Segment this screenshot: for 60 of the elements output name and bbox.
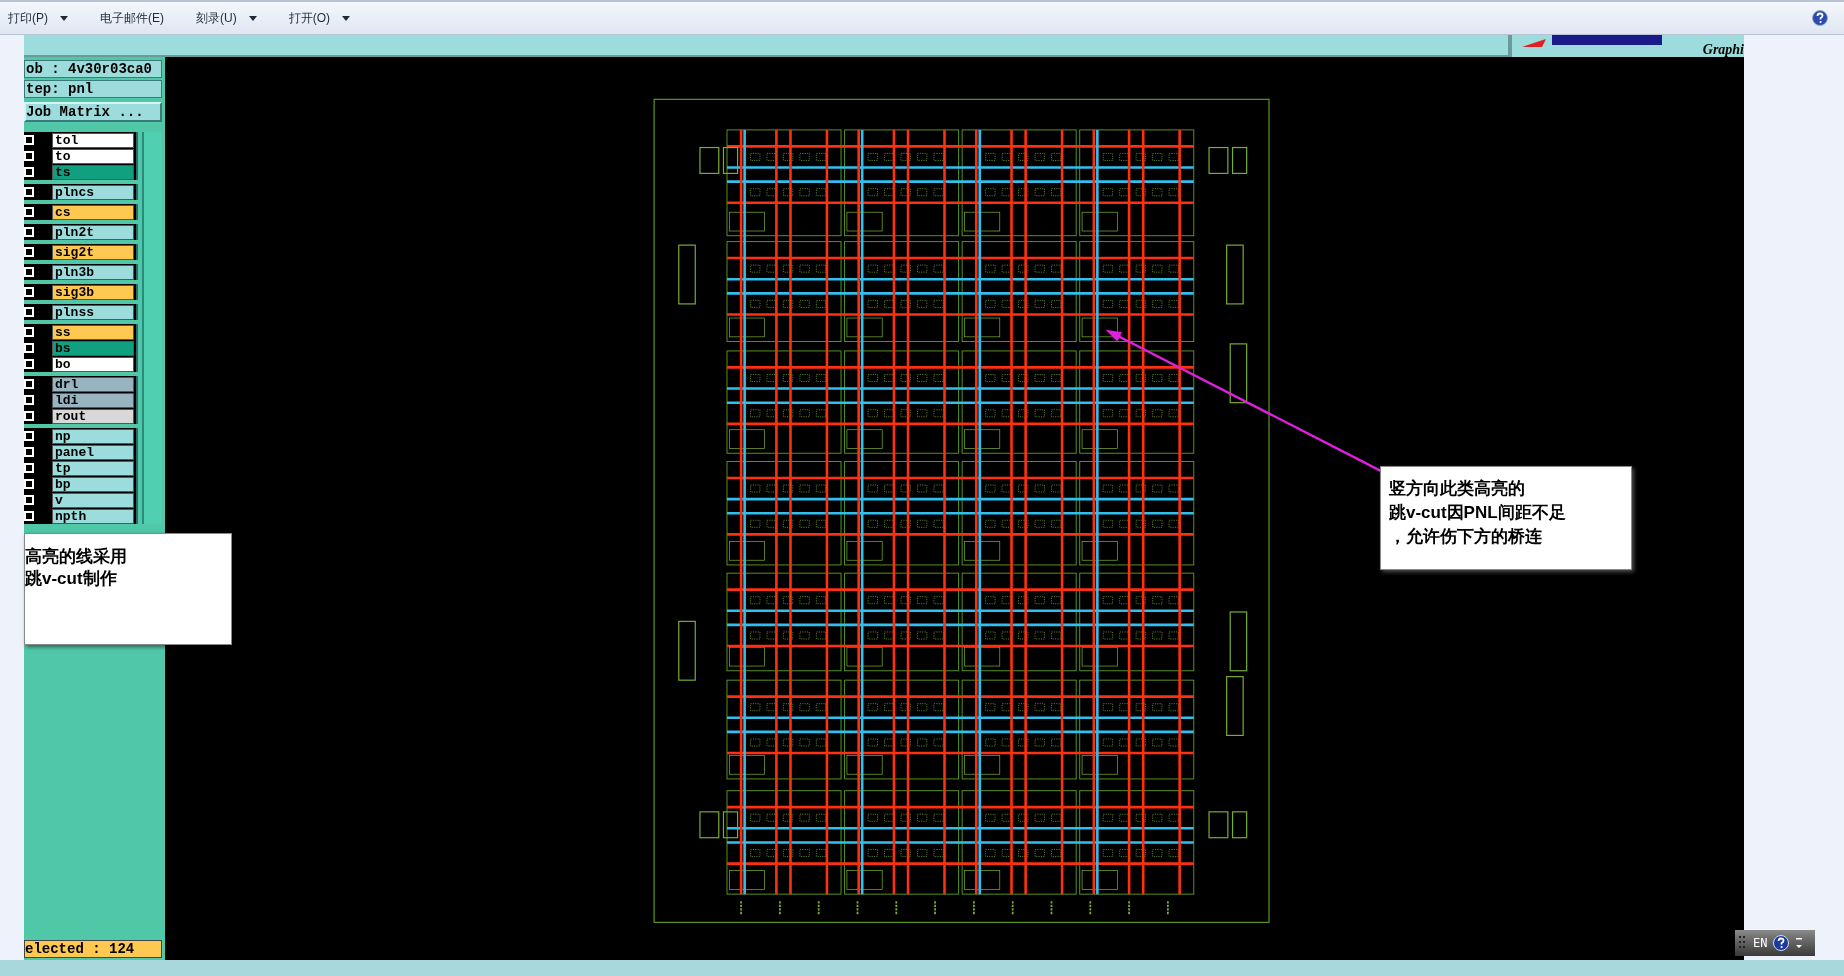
layer-checkbox[interactable]: [24, 479, 34, 489]
layer-checkbox[interactable]: [24, 431, 34, 441]
layer-checkbox[interactable]: [24, 395, 34, 405]
layer-name[interactable]: bo: [52, 356, 134, 372]
layer-checkbox[interactable]: [24, 227, 34, 237]
layer-name[interactable]: cs: [52, 204, 134, 220]
selected-count: elected : 124: [24, 940, 162, 958]
annotation-note: 高亮的线采用 跳v-cut制作: [24, 533, 232, 645]
layer-checkbox[interactable]: [24, 167, 34, 177]
layer-name[interactable]: ldi: [52, 392, 134, 408]
job-label: ob : 4v30r03ca0: [24, 60, 162, 78]
toolbar-menu-button[interactable]: 打印(P): [4, 6, 72, 30]
layer-name[interactable]: bp: [52, 476, 134, 492]
layer-checkbox[interactable]: [24, 151, 34, 161]
toolbar-menu-button[interactable]: 打开(O): [284, 6, 354, 30]
layer-checkbox[interactable]: [24, 287, 34, 297]
help-icon[interactable]: [1773, 935, 1790, 951]
layer-name[interactable]: np: [52, 428, 134, 444]
layer-name[interactable]: panel: [52, 444, 134, 460]
layer-name[interactable]: ss: [52, 324, 134, 340]
grip-icon: [1739, 935, 1747, 951]
help-icon[interactable]: [1812, 10, 1828, 26]
layer-name[interactable]: pln3b: [52, 264, 134, 280]
layer-checkbox[interactable]: [24, 267, 34, 277]
layer-name[interactable]: bs: [52, 340, 134, 356]
layer-checkbox[interactable]: [24, 495, 34, 505]
layer-name[interactable]: drl: [52, 376, 134, 392]
layer-name[interactable]: pln2t: [52, 224, 134, 240]
layer-name[interactable]: to: [52, 148, 134, 164]
annotation-note: 竖方向此类高亮的 跳v-cut因PNL间距不足 ，允许伤下方的桥连: [1380, 466, 1632, 570]
layer-name[interactable]: plnss: [52, 304, 134, 320]
layer-name[interactable]: tol: [52, 132, 134, 148]
toolbar-menu-button[interactable]: 刻录(U): [192, 6, 261, 30]
options-icon[interactable]: [1795, 936, 1804, 950]
language-label[interactable]: EN: [1753, 934, 1768, 952]
layer-checkbox[interactable]: [24, 343, 34, 353]
layer-checkbox[interactable]: [24, 511, 34, 521]
layer-checkbox[interactable]: [24, 359, 34, 369]
layer-checkbox[interactable]: [24, 379, 34, 389]
layer-name[interactable]: ts: [52, 164, 134, 180]
job-matrix-button[interactable]: Job Matrix ...: [24, 102, 162, 122]
layer-checkbox[interactable]: [24, 307, 34, 317]
layer-checkbox[interactable]: [24, 463, 34, 473]
layer-name[interactable]: plncs: [52, 184, 134, 200]
layer-name[interactable]: v: [52, 492, 134, 508]
layer-name[interactable]: tp: [52, 460, 134, 476]
layer-checkbox[interactable]: [24, 207, 34, 217]
layer-name[interactable]: npth: [52, 508, 134, 524]
layer-checkbox[interactable]: [24, 411, 34, 421]
layer-checkbox[interactable]: [24, 447, 34, 457]
layer-checkbox[interactable]: [24, 187, 34, 197]
step-label: tep: pnl: [24, 80, 162, 98]
layer-name[interactable]: rout: [52, 408, 134, 424]
layer-name[interactable]: sig3b: [52, 284, 134, 300]
layer-checkbox[interactable]: [24, 135, 34, 145]
toolbar-menu-button[interactable]: 电子邮件(E): [96, 6, 168, 30]
layer-checkbox[interactable]: [24, 247, 34, 257]
logo-text: Graphi: [1702, 43, 1744, 57]
layer-checkbox[interactable]: [24, 327, 34, 337]
layer-name[interactable]: sig2t: [52, 244, 134, 260]
